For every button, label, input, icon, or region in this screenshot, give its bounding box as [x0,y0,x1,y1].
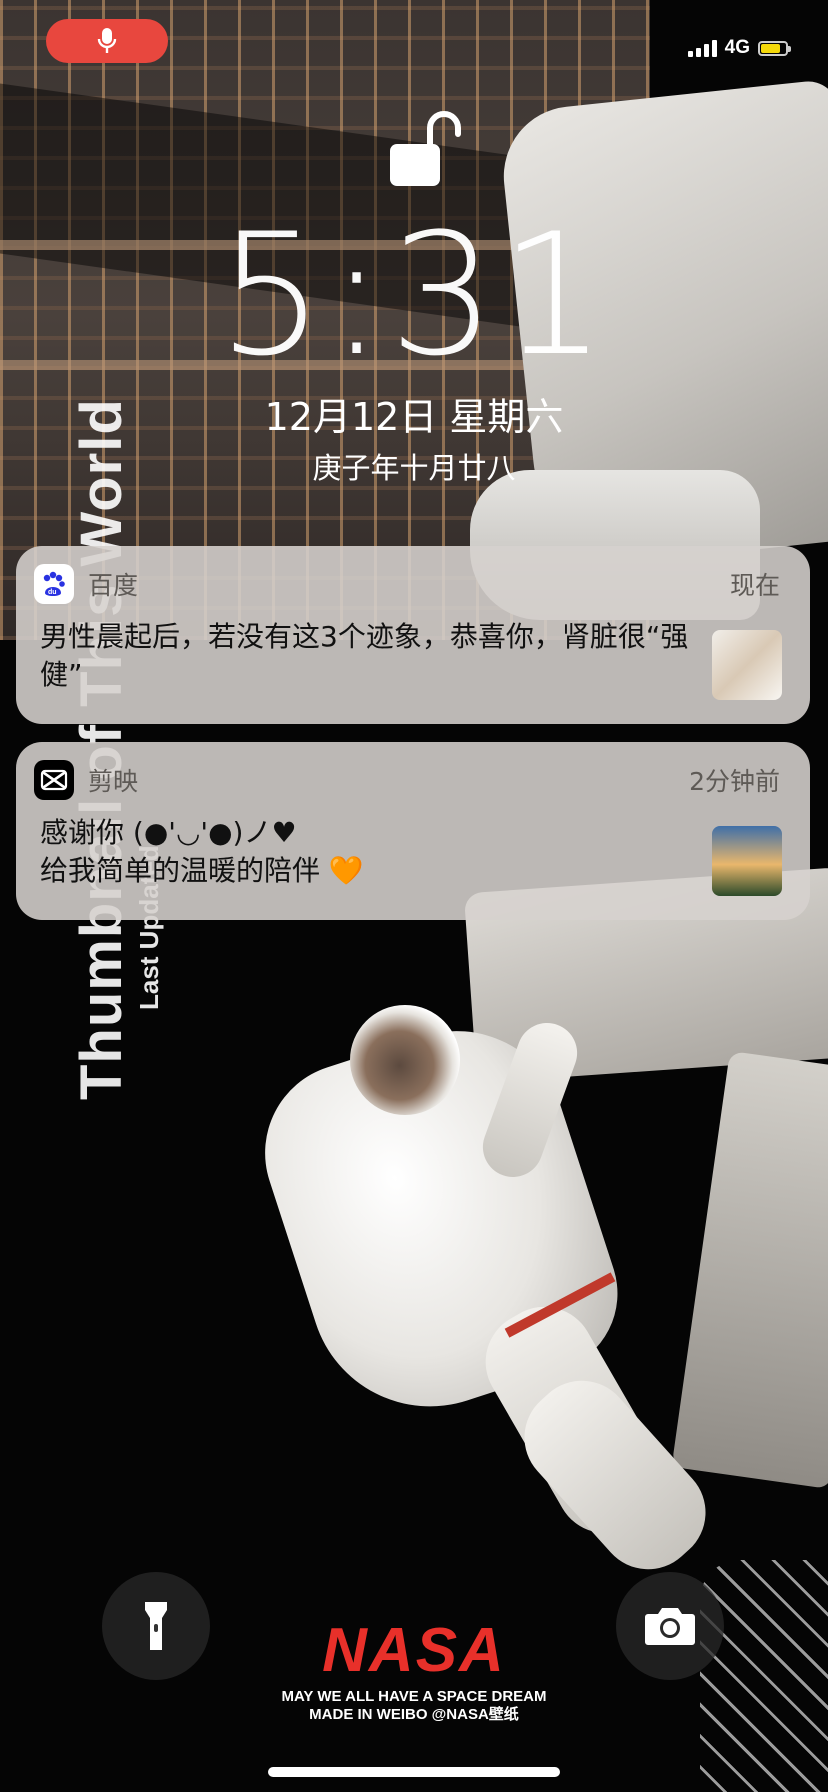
notification-app-name: 剪映 [88,767,139,796]
unlocked-padlock-icon [390,111,461,186]
capcut-icon [34,760,74,800]
notification-header: 剪映 2分钟前 [34,760,780,800]
notification-message: 男性晨起后，若没有这3个迹象，恭喜你，肾脏很“强健” [40,620,689,691]
home-indicator[interactable] [268,1767,560,1777]
notification-message-line: 给我简单的温暖的陪伴 🧡 [40,854,364,887]
status-indicators: 4G [687,36,791,60]
notification-time: 2分钟前 [689,767,780,796]
lock-screen-time: 5:31 [217,197,611,393]
notification-message-line: 感谢你 (●'◡'●)ノ♥ [40,816,297,849]
notification-thumbnail [712,826,782,896]
baidu-paw-icon: du [34,564,74,604]
notification-app-name: 百度 [88,571,139,600]
tagline-line: MAY WE ALL HAVE A SPACE DREAM [281,1688,547,1705]
lunar-date: 庚子年十月廿八 [312,451,516,485]
signal-strength-icon [687,39,717,57]
notification-header: du 百度 现在 [34,564,780,604]
nasa-logo: NASA [322,1616,506,1685]
lock-screen-date: 12月12日 星期六 [264,395,564,439]
microphone-icon [97,28,117,53]
tagline-line: MADE IN WEIBO @NASA壁纸 [309,1706,519,1723]
microphone-in-use-pill[interactable] [46,19,168,63]
svg-text:du: du [48,589,57,596]
battery-icon [758,40,791,56]
notification-capcut[interactable]: 剪映 2分钟前 感谢你 (●'◡'●)ノ♥ 给我简单的温暖的陪伴 🧡 [16,742,810,920]
notification-message: 感谢你 (●'◡'●)ノ♥ 给我简单的温暖的陪伴 🧡 [40,814,700,890]
astronaut-helmet [350,1005,460,1115]
battery-level [761,43,781,53]
network-type: 4G [724,37,750,58]
notification-thumbnail [712,630,782,700]
notification-baidu[interactable]: du 百度 现在 男性晨起后，若没有这3个迹象，恭喜你，肾脏很“强健” [16,546,810,724]
notification-time: 现在 [729,571,780,600]
wallpaper-tagline: MAY WE ALL HAVE A SPACE DREAM MADE IN WE… [0,1688,828,1724]
